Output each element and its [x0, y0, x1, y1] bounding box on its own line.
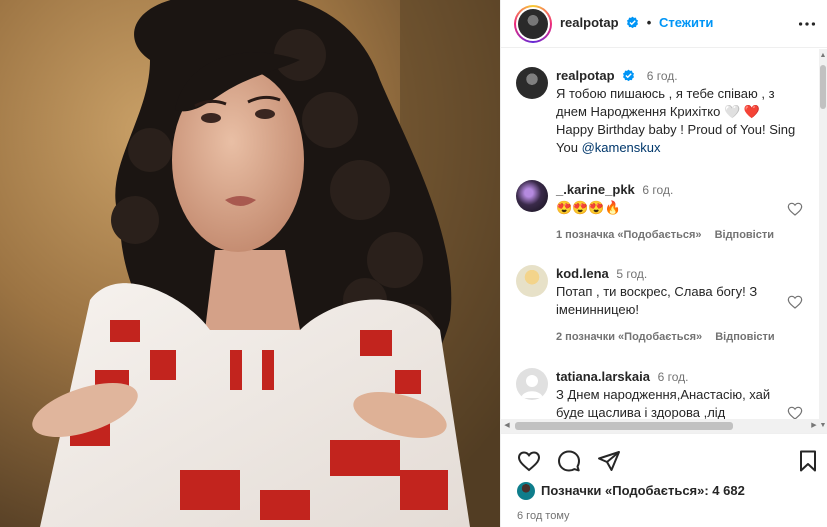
verified-badge-icon [623, 69, 635, 82]
comment-text: Потап , ти воскрес, Слава богу! З іменин… [556, 284, 758, 317]
comment-avatar[interactable] [516, 368, 548, 400]
post-header: realpotap • Стежити [501, 0, 827, 48]
comment-likes[interactable]: 1 позначка «Подобається» [556, 229, 702, 241]
like-comment-heart-icon[interactable] [787, 294, 803, 310]
comment-item: _.karine_pkk 6 год. 😍😍😍🔥 [556, 181, 776, 217]
like-comment-heart-icon[interactable] [787, 201, 803, 217]
comment-username[interactable]: tatiana.larskaia [556, 369, 650, 384]
caption-time: 6 год. [646, 69, 678, 83]
comment-username[interactable]: kod.lena [556, 266, 609, 281]
liker-avatar [517, 482, 535, 500]
share-send-icon[interactable] [597, 449, 621, 473]
likes-summary[interactable]: Позначки «Подобається»: 4 682 [517, 482, 745, 502]
scrollbar-thumb[interactable] [820, 65, 826, 109]
caption-mention[interactable]: @kamenskux [582, 140, 661, 155]
caption-avatar[interactable] [516, 67, 548, 99]
post-actions: Позначки «Подобається»: 4 682 6 год тому [501, 433, 827, 527]
reply-button[interactable]: Відповісти [715, 229, 774, 241]
follow-button[interactable]: Стежити [659, 15, 713, 30]
post-time-ago: 6 год тому [517, 510, 570, 522]
comment-avatar[interactable] [516, 180, 548, 212]
post-side-panel: realpotap • Стежити realpotap 6 год. Я т… [500, 0, 827, 527]
comment-text: 😍😍😍🔥 [556, 200, 621, 215]
scroll-up-arrow-icon[interactable]: ▲ [819, 51, 827, 61]
comment-bubble-icon[interactable] [557, 449, 581, 473]
reply-button[interactable]: Відповісти [715, 331, 774, 343]
comment-meta: 2 позначки «Подобається» Відповісти [556, 331, 775, 343]
scroll-right-arrow-icon[interactable]: ▶ [809, 419, 819, 433]
portrait-image [0, 0, 500, 527]
save-bookmark-icon[interactable] [796, 449, 820, 473]
comment-item: kod.lena 5 год. Потап , ти воскрес, Слав… [556, 265, 781, 319]
caption-username[interactable]: realpotap [556, 68, 615, 83]
scrollbar-thumb[interactable] [515, 422, 733, 430]
comment-avatar[interactable] [516, 265, 548, 297]
scroll-left-arrow-icon[interactable]: ◀ [502, 419, 512, 433]
scroll-down-arrow-icon[interactable]: ▼ [819, 421, 827, 431]
comment-time: 6 год. [642, 183, 674, 197]
likes-count: Позначки «Подобається»: 4 682 [541, 483, 745, 498]
comment-time: 5 год. [616, 267, 648, 281]
author-username[interactable]: realpotap [560, 15, 619, 30]
comment-likes[interactable]: 2 позначки «Подобається» [556, 331, 702, 343]
comment-username[interactable]: _.karine_pkk [556, 182, 635, 197]
horizontal-scrollbar[interactable]: ◀ ▶ [501, 419, 820, 433]
post-photo[interactable] [0, 0, 500, 527]
more-horizontal-icon[interactable] [796, 13, 818, 35]
comment-item: tatiana.larskaia 6 год. З Днем народженн… [556, 368, 781, 422]
caption: realpotap 6 год. Я тобою пишаюсь , я теб… [556, 67, 801, 157]
comment-text: З Днем народження,Анастасію, хай буде ща… [556, 387, 771, 420]
separator-dot: • [646, 15, 652, 30]
author-line: realpotap • Стежити [560, 15, 713, 30]
like-heart-icon[interactable] [517, 449, 541, 473]
verified-badge-icon [627, 16, 639, 29]
comments-list[interactable]: realpotap 6 год. Я тобою пишаюсь , я теб… [501, 49, 827, 433]
comment-meta: 1 позначка «Подобається» Відповісти [556, 229, 774, 241]
author-avatar[interactable] [514, 5, 552, 43]
comment-time: 6 год. [657, 370, 689, 384]
vertical-scrollbar[interactable]: ▲ ▼ [819, 49, 827, 433]
